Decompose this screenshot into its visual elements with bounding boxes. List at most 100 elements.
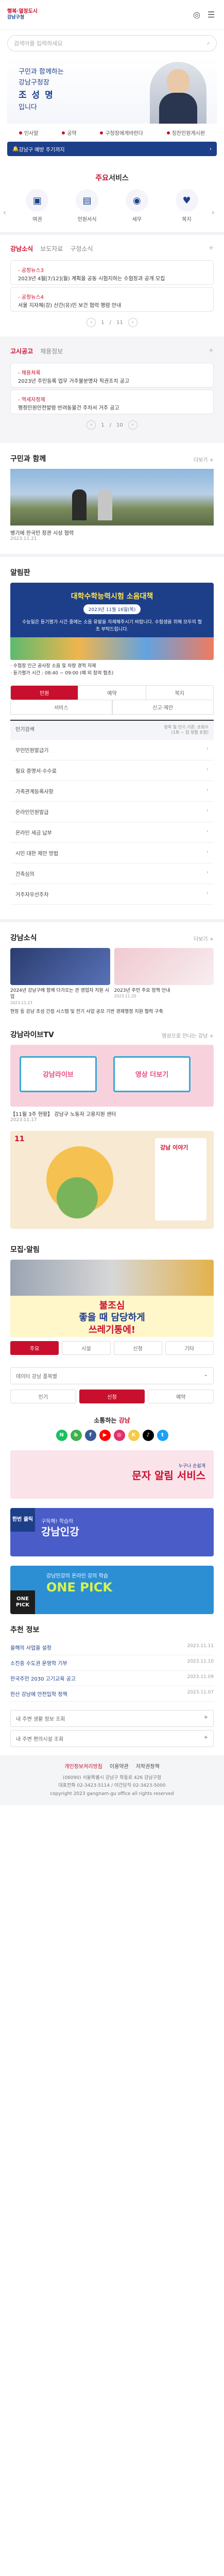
service-welfare[interactable]: ♥ 복지 bbox=[171, 189, 203, 223]
section-title: 추천 정보 bbox=[10, 1625, 40, 1634]
tv-caption: 【11월 3주 현황】 강남구 노동자 고용지원 센터 2023.11.17 bbox=[10, 1111, 116, 1123]
select-facility-info[interactable]: 내 주변 편의시설 조회 + bbox=[10, 1730, 214, 1747]
list-item[interactable]: 온라인민원발급 › bbox=[10, 802, 214, 822]
search-input[interactable]: 검색어를 입력하세요 ⌕ bbox=[7, 35, 217, 52]
footer-link-terms[interactable]: 이용약관 bbox=[110, 1762, 129, 1771]
news-thumb-card[interactable]: 2024년 강남구에 함께 다가오는 관 영업자 지원 사업 2023.11.23 bbox=[10, 947, 110, 1006]
site-logo[interactable]: 행복·열정도시 강남구청 bbox=[7, 9, 38, 21]
bell-icon: 🔔 bbox=[12, 146, 19, 152]
footer-tel: 대표전화 02-3423-5114 / 야간당직 02-3423-5000 bbox=[58, 1783, 166, 1789]
list-item[interactable]: 거주자우선주차 › bbox=[10, 884, 214, 905]
list-item[interactable]: 가족관계등록사항 › bbox=[10, 781, 214, 802]
prev-arrow-icon[interactable]: ‹ bbox=[3, 209, 12, 218]
notice-board-section: 고시공고 채용정보 + - 채용쳐록 2023년 주민등록 업무 거주불분명자 … bbox=[0, 336, 224, 443]
hero-link-pledge[interactable]: 공약 bbox=[62, 129, 77, 137]
more-link[interactable]: 더보기 + bbox=[194, 455, 214, 463]
coin-icon: ◉ bbox=[125, 189, 148, 212]
news-thumb-card[interactable]: 2023년 주민 주요 정책 안내 2023.11.20 bbox=[114, 947, 214, 1006]
service-tax[interactable]: ◉ 세무 bbox=[121, 189, 153, 223]
more-link[interactable]: 더보기 + bbox=[194, 935, 214, 942]
mayor-name: 조 성 명 bbox=[19, 90, 54, 100]
trash-photo bbox=[10, 1259, 214, 1296]
twitter-icon[interactable]: t bbox=[157, 1429, 168, 1441]
ad-sms-service[interactable]: 누구나 손쉽게 문자 알림 서비스 bbox=[10, 1450, 214, 1499]
plus-icon[interactable]: + bbox=[209, 244, 214, 253]
service-forms[interactable]: ▤ 민원서식 bbox=[71, 189, 103, 223]
tab-civil[interactable]: 민원 bbox=[11, 686, 79, 700]
ad-gangnam-ingang[interactable]: 한번 클릭 구독해! 학습하 강남인강 bbox=[10, 1507, 214, 1556]
list-item[interactable]: 한산 강남에 안전입학 정책 2023.11.07 bbox=[10, 1686, 214, 1702]
list-item[interactable]: 필요 증명서·수수료 › bbox=[10, 760, 214, 781]
ad-onepick[interactable]: ONE PICK 강남인강의 온라인 강의 학습 ONE PICK bbox=[10, 1565, 214, 1614]
chevron-down-icon: ⌄ bbox=[203, 1371, 208, 1378]
notice-bar[interactable]: 🔔 강남구 예방 주기까지 › bbox=[7, 142, 217, 156]
more-link[interactable]: 영상으로 만나는 강남 + bbox=[162, 1031, 214, 1039]
hero-link-greeting[interactable]: 인사말 bbox=[19, 129, 38, 137]
tab-reservation[interactable]: 예약 bbox=[78, 686, 146, 700]
plus-icon[interactable]: + bbox=[209, 347, 214, 355]
pager-next-icon[interactable]: › bbox=[128, 318, 137, 327]
footer-link-copyright[interactable]: 저작권정책 bbox=[136, 1762, 160, 1771]
hamburger-icon[interactable]: ☰ bbox=[205, 9, 217, 21]
next-arrow-icon[interactable]: › bbox=[212, 209, 221, 218]
globe-icon[interactable]: ◎ bbox=[191, 9, 202, 21]
mojip-banner[interactable]: 불조심 좋을 때 담당하게 쓰레기통에! bbox=[10, 1259, 214, 1337]
list-item[interactable]: 무인민원발급기 › bbox=[10, 740, 214, 760]
footer-address: (06090) 서울특별시 강남구 학동로 426 강남구청 bbox=[62, 1775, 162, 1781]
tab-public-notice[interactable]: 고시공고 bbox=[10, 347, 33, 355]
pager-prev-icon[interactable]: ‹ bbox=[87, 420, 96, 430]
youtube-icon[interactable]: ▶ bbox=[99, 1429, 111, 1441]
list-item[interactable]: 건축심의 › bbox=[10, 863, 214, 884]
select-life-info[interactable]: 내 주변 생활 정보 조회 + bbox=[10, 1709, 214, 1727]
footer-link-privacy[interactable]: 개인정보처리방침 bbox=[64, 1762, 102, 1771]
logo-line2: 강남구청 bbox=[7, 15, 25, 21]
poster-image[interactable]: 11 강남 이야기 bbox=[10, 1130, 214, 1229]
popular-section: 민원 예약 복지 서비스 신고·제안 인기검색 항목 및 인기 기준: 조회수 (… bbox=[0, 680, 224, 910]
news-card[interactable]: - 공정뉴스4 서울 지자체(강) 산간(유)민 보건 협력 행령 안내 bbox=[10, 287, 214, 312]
heart-icon: ♥ bbox=[175, 189, 198, 212]
tab-jobs[interactable]: 채용정보 bbox=[40, 347, 63, 355]
kakao-icon[interactable]: K bbox=[128, 1429, 140, 1441]
town-illustration bbox=[10, 637, 214, 660]
tab-press[interactable]: 보도자료 bbox=[40, 244, 63, 253]
hero-link-request[interactable]: 구청장에게바란다 bbox=[100, 129, 143, 137]
pager-next-icon[interactable]: › bbox=[128, 420, 137, 430]
tab-service[interactable]: 서비스 bbox=[10, 700, 112, 715]
news-card[interactable]: - 공정뉴스3 2023년 4월[7/12](월) 계획을 공동 시험지하는 수… bbox=[10, 260, 214, 285]
plus-icon: + bbox=[203, 1714, 208, 1720]
data-select[interactable]: 데이터 강남 품목별 ⌄ bbox=[10, 1367, 214, 1384]
hero-link-praise[interactable]: 칭찬민원게시판 bbox=[166, 129, 205, 137]
list-item[interactable]: 시민 대한 제안 방법 › bbox=[10, 843, 214, 863]
tab-report[interactable]: 신고·제안 bbox=[112, 700, 214, 715]
tab-district-news[interactable]: 구정소식 bbox=[70, 244, 93, 253]
naver-blog-icon[interactable]: N bbox=[56, 1429, 67, 1441]
alert-banner[interactable]: 대학수학능력시험 소음대책 2023년 11월 16일(목) 수능일은 듣기평가… bbox=[10, 583, 214, 660]
notice-card[interactable]: - 채용쳐록 2023년 주민등록 업무 거주불분명자 직권조치 공고 bbox=[10, 363, 214, 387]
instagram-icon[interactable]: ◎ bbox=[113, 1429, 125, 1441]
tab-welfare[interactable]: 복지 bbox=[146, 686, 213, 700]
news-thumbnail bbox=[114, 947, 214, 985]
notice-card[interactable]: - 역세자정제 행정민원안전발령 반려동물건 주차서 거주 공고 bbox=[10, 389, 214, 414]
list-item[interactable]: 온라인 세금 납부 › bbox=[10, 822, 214, 843]
section-title: 알림판 bbox=[10, 569, 30, 577]
section-title: 강남라이브TV 영상으로 만나는 강남 + bbox=[10, 1030, 214, 1039]
list-item[interactable]: 한국주민 2030 고기교육 공고 2023.11.09 bbox=[10, 1671, 214, 1686]
gangnam-news-section: 강남소식 더보기 + 2024년 강남구에 함께 다가오는 관 영업자 지원 사업… bbox=[0, 922, 224, 1019]
services-title: 주요서비스 bbox=[95, 174, 129, 182]
search-icon[interactable]: ⌕ bbox=[207, 40, 210, 47]
tab-gangnam-news[interactable]: 강남소식 bbox=[10, 244, 33, 253]
sns-section: 소통하는 강남 Nb f ▶ ◎ K ♪ t bbox=[0, 1416, 224, 1441]
tv-thumbnail[interactable]: 강남라이브 영상 더보기 bbox=[10, 1044, 214, 1107]
blog-icon[interactable]: b bbox=[70, 1429, 82, 1441]
hero-line3: 입니다 bbox=[19, 103, 37, 111]
event-photo[interactable] bbox=[10, 469, 214, 526]
list-item[interactable]: 소진중 수도권 운영학 기부 2023.11.10 bbox=[10, 1655, 214, 1671]
services-list: ▣ 여권 ▤ 민원서식 ◉ 세무 ♥ 복지 bbox=[0, 189, 224, 223]
pager-prev-icon[interactable]: ‹ bbox=[87, 318, 96, 327]
list-item[interactable]: 올해의 사업을 설정 2023.11.11 bbox=[10, 1640, 214, 1655]
tiktok-icon[interactable]: ♪ bbox=[142, 1429, 154, 1441]
service-passport[interactable]: ▣ 여권 bbox=[21, 189, 53, 223]
tv-section: 강남라이브TV 영상으로 만나는 강남 + 강남라이브 영상 더보기 【11월 3… bbox=[0, 1019, 224, 1126]
logo-line1: 행복·열정도시 bbox=[7, 8, 38, 14]
facebook-icon[interactable]: f bbox=[84, 1429, 96, 1441]
